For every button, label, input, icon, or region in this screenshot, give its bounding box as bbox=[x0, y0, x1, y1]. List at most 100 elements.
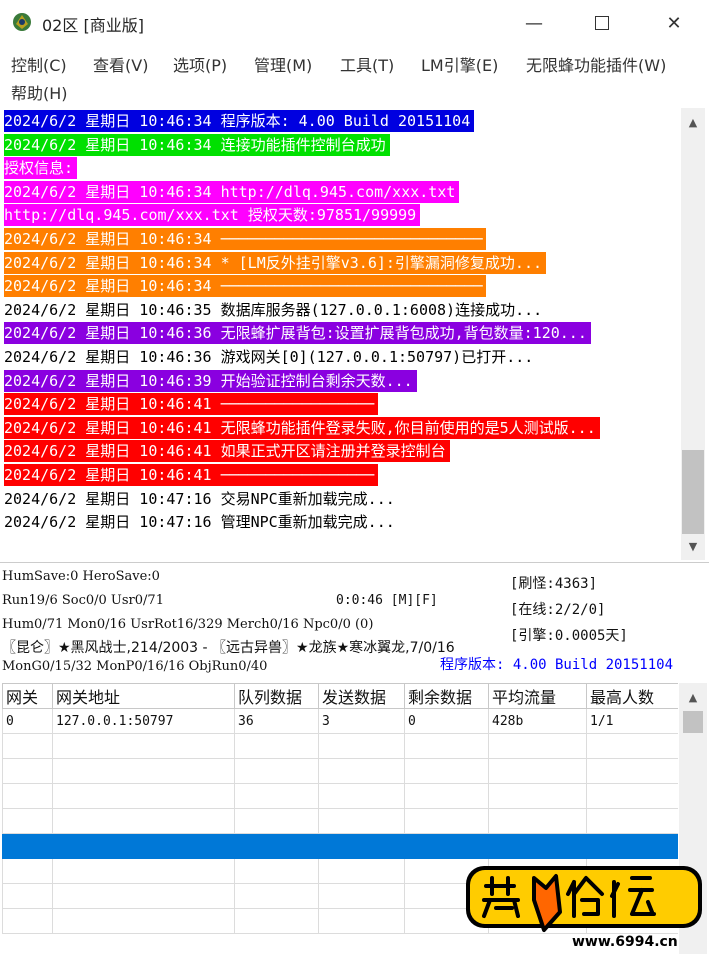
column-header[interactable]: 剩余数据 bbox=[404, 683, 489, 709]
table-cell bbox=[234, 883, 319, 909]
status-mon: MonG0/15/32 MonP0/16/16 ObjRun0/40 bbox=[2, 659, 268, 674]
status-run: Run19/6 Soc0/0 Usr0/71 bbox=[2, 593, 164, 608]
menu-options[interactable]: 选项(P) bbox=[173, 52, 227, 76]
table-cell bbox=[52, 883, 235, 909]
table-cell bbox=[318, 908, 405, 934]
table-scroll-thumb[interactable] bbox=[683, 711, 703, 733]
table-cell bbox=[488, 783, 587, 809]
table-cell bbox=[2, 808, 53, 834]
column-header[interactable]: 最高人数 bbox=[586, 683, 678, 709]
menu-manage[interactable]: 管理(M) bbox=[254, 52, 312, 76]
table-cell bbox=[234, 808, 319, 834]
maximize-icon bbox=[595, 16, 609, 30]
log-line: 2024/6/2 星期日 10:46:36 游戏网关[0](127.0.0.1:… bbox=[4, 348, 534, 366]
scroll-up-icon[interactable]: ▲ bbox=[679, 691, 707, 704]
status-version: 程序版本: 4.00 Build 20151104 bbox=[440, 657, 674, 673]
status-castle: 〖昆仑〗★黑风战士,214/2003 - 〖远古异兽〗★龙族★寒冰翼龙,7/0/… bbox=[2, 640, 455, 656]
table-cell bbox=[318, 783, 405, 809]
table-cell bbox=[234, 783, 319, 809]
column-header[interactable]: 网关 bbox=[2, 683, 53, 709]
status-hum: Hum0/71 Mon0/16 UsrRot16/329 Merch0/16 N… bbox=[2, 617, 374, 632]
table-cell bbox=[234, 858, 319, 884]
close-icon: ✕ bbox=[666, 12, 682, 34]
status-engine: [引擎:0.0005天] bbox=[510, 628, 628, 644]
log-line: 2024/6/2 星期日 10:47:16 交易NPC重新加载完成... bbox=[4, 489, 395, 508]
table-cell bbox=[318, 858, 405, 884]
scroll-down-icon[interactable]: ▼ bbox=[681, 540, 705, 553]
status-refresh: [刷怪:4363] bbox=[510, 576, 598, 592]
table-cell bbox=[52, 908, 235, 934]
table-cell bbox=[52, 758, 235, 784]
table-cell bbox=[586, 783, 678, 809]
table-cell bbox=[318, 758, 405, 784]
table-cell bbox=[318, 833, 405, 859]
menu-bar: 控制(C) 查看(V) 选项(P) 管理(M) 工具(T) LM引擎(E) 无限… bbox=[0, 46, 709, 104]
log-scroll-thumb[interactable] bbox=[682, 450, 704, 534]
forum-logo: www.6994.cn bbox=[466, 866, 702, 950]
table-cell: 0 bbox=[2, 708, 53, 734]
table-cell bbox=[2, 783, 53, 809]
table-cell: 428b bbox=[488, 708, 587, 734]
table-cell bbox=[488, 808, 587, 834]
table-cell: 0 bbox=[404, 708, 489, 734]
table-cell bbox=[52, 733, 235, 759]
column-header[interactable]: 队列数据 bbox=[234, 683, 319, 709]
table-cell: 3 bbox=[318, 708, 405, 734]
table-cell bbox=[2, 883, 53, 909]
title-bar: 02区 [商业版] — ✕ bbox=[0, 0, 709, 46]
table-cell bbox=[404, 733, 489, 759]
status-online: [在线:2/2/0] bbox=[510, 602, 606, 618]
log-output[interactable]: 2024/6/2 星期日 10:46:34 程序版本: 4.00 Build 2… bbox=[2, 108, 681, 560]
table-cell bbox=[2, 908, 53, 934]
table-row[interactable]: 0 127.0.0.1:50797 36 3 0 428b 1/1 bbox=[2, 708, 678, 734]
column-header[interactable]: 网关地址 bbox=[52, 683, 235, 709]
app-icon bbox=[13, 13, 31, 31]
menu-tools[interactable]: 工具(T) bbox=[340, 52, 394, 76]
status-panel: HumSave:0 HeroSave:0 Run19/6 Soc0/0 Usr0… bbox=[0, 562, 709, 678]
close-button[interactable]: ✕ bbox=[647, 0, 701, 46]
table-cell: 127.0.0.1:50797 bbox=[52, 708, 235, 734]
table-cell bbox=[488, 733, 587, 759]
log-line: 2024/6/2 星期日 10:46:34 连接功能插件控制台成功 bbox=[4, 133, 390, 156]
scroll-up-icon[interactable]: ▲ bbox=[681, 116, 705, 129]
log-line: 2024/6/2 星期日 10:46:41 ───────────────── bbox=[4, 464, 379, 486]
maximize-button[interactable] bbox=[575, 0, 629, 46]
log-scrollbar[interactable]: ▲ ▼ bbox=[681, 108, 705, 560]
table-cell bbox=[2, 858, 53, 884]
log-line: http://dlq.945.com/xxx.txt 授权天数:97851/99… bbox=[4, 204, 421, 227]
menu-plugin[interactable]: 无限蜂功能插件(W) bbox=[526, 52, 666, 76]
log-line: 2024/6/2 星期日 10:46:41 无限蜂功能插件登录失败,你目前使用的… bbox=[4, 416, 600, 439]
log-line: 2024/6/2 星期日 10:46:34 * [LM反外挂引擎v3.6]:引擎… bbox=[4, 251, 547, 274]
table-cell bbox=[404, 808, 489, 834]
minimize-button[interactable]: — bbox=[507, 0, 561, 46]
table-cell bbox=[586, 733, 678, 759]
menu-lm-engine[interactable]: LM引擎(E) bbox=[421, 52, 498, 76]
table-row[interactable] bbox=[2, 758, 678, 784]
table-row[interactable] bbox=[2, 808, 678, 834]
log-line: 2024/6/2 星期日 10:46:41 如果正式开区请注册并登录控制台 bbox=[4, 440, 450, 463]
table-cell: 36 bbox=[234, 708, 319, 734]
table-cell bbox=[52, 833, 235, 859]
table-cell bbox=[234, 758, 319, 784]
table-cell bbox=[318, 808, 405, 834]
column-header[interactable]: 平均流量 bbox=[488, 683, 587, 709]
menu-view[interactable]: 查看(V) bbox=[93, 52, 148, 76]
log-line: 2024/6/2 星期日 10:46:34 ──────────────────… bbox=[4, 228, 487, 250]
log-line: 2024/6/2 星期日 10:46:35 数据库服务器(127.0.0.1:6… bbox=[4, 300, 543, 319]
table-cell bbox=[52, 808, 235, 834]
log-line: 2024/6/2 星期日 10:46:36 无限蜂扩展背包:设置扩展背包成功,背… bbox=[4, 322, 591, 345]
table-cell bbox=[234, 833, 319, 859]
table-cell bbox=[2, 733, 53, 759]
table-row[interactable] bbox=[2, 733, 678, 759]
table-cell bbox=[404, 758, 489, 784]
log-line: 2024/6/2 星期日 10:46:34 http://dlq.945.com… bbox=[4, 180, 460, 203]
table-cell bbox=[234, 908, 319, 934]
log-line: 2024/6/2 星期日 10:46:39 开始验证控制台剩余天数... bbox=[4, 369, 417, 392]
table-cell bbox=[2, 833, 53, 859]
column-header[interactable]: 发送数据 bbox=[318, 683, 405, 709]
menu-help[interactable]: 帮助(H) bbox=[11, 80, 68, 104]
table-cell bbox=[318, 883, 405, 909]
menu-control[interactable]: 控制(C) bbox=[11, 52, 67, 76]
table-cell bbox=[586, 758, 678, 784]
table-row[interactable] bbox=[2, 783, 678, 809]
